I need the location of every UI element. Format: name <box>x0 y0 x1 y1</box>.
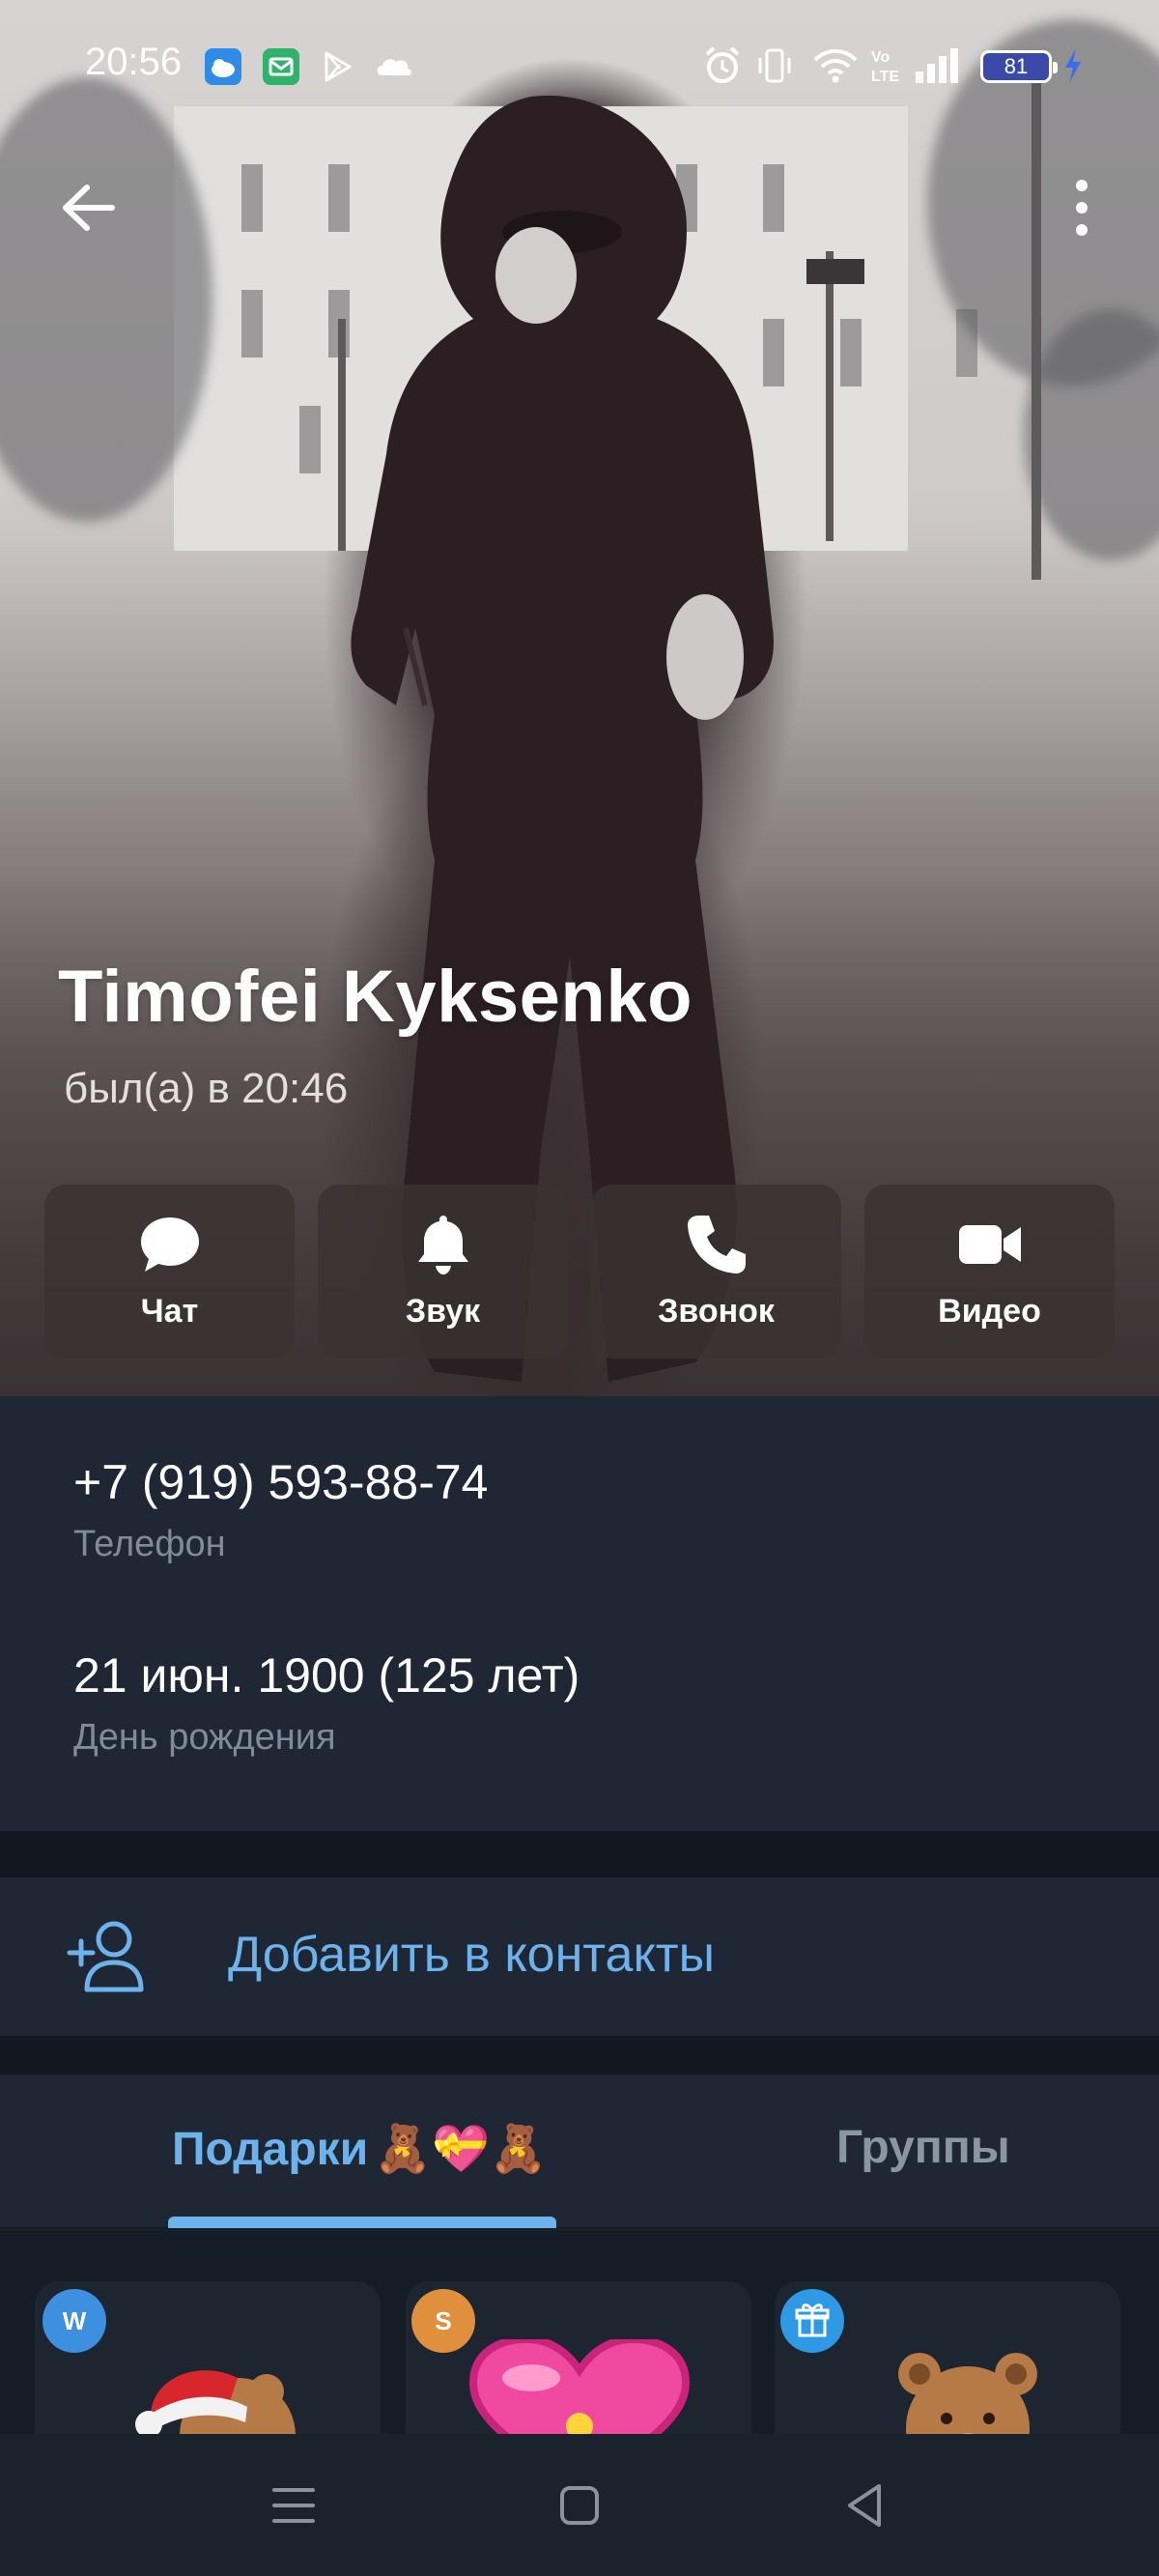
photo-window <box>241 164 263 232</box>
charging-icon <box>1065 48 1081 83</box>
weather-icon <box>205 48 241 85</box>
gifts-grid: W S <box>0 2231 1159 2434</box>
cloud-icon <box>373 48 415 85</box>
action-buttons: Чат Звук Звонок Видео <box>44 1185 1115 1359</box>
gift-badge <box>780 2289 844 2353</box>
tab-gifts-label: Подарки <box>172 2124 369 2175</box>
video-label: Видео <box>938 1293 1041 1330</box>
section-divider <box>0 1831 1159 1877</box>
profile-name: Timofei Kyksenko <box>58 956 693 1038</box>
svg-text:Vo: Vo <box>871 49 890 66</box>
phone-icon <box>687 1216 746 1274</box>
teddy-bear-icon <box>898 2353 1037 2434</box>
back-button[interactable] <box>54 174 122 242</box>
chat-button[interactable]: Чат <box>44 1185 295 1359</box>
photo-lamp-pole <box>1032 58 1041 580</box>
video-call-button[interactable]: Видео <box>864 1185 1115 1359</box>
active-tab-indicator <box>168 2217 556 2228</box>
pink-heart-icon <box>468 2339 691 2434</box>
bell-icon <box>417 1216 468 1274</box>
profile-photo[interactable]: 20:56 Vo LTE 81 Timofei Kyksenko был(а) в… <box>0 0 1159 1396</box>
birthday-row[interactable]: 21 июн. 1900 (125 лет) День рождения <box>73 1647 580 1759</box>
chat-label: Чат <box>140 1293 199 1330</box>
tab-groups-label: Группы <box>836 2122 1010 2173</box>
alarm-icon <box>705 46 740 83</box>
video-camera-icon <box>958 1225 1021 1264</box>
add-to-contacts-label: Добавить в контакты <box>228 1927 715 1983</box>
photo-window <box>241 290 263 358</box>
tab-groups[interactable]: Группы <box>836 2121 1010 2174</box>
mute-label: Звук <box>405 1293 481 1330</box>
status-time: 20:56 <box>85 41 183 83</box>
signal-icon <box>916 48 958 83</box>
call-label: Звонок <box>658 1293 775 1330</box>
play-store-icon <box>319 48 355 85</box>
add-user-icon <box>67 1921 144 1992</box>
more-menu-button[interactable] <box>1062 174 1101 242</box>
gift-sender-badge: S <box>411 2289 475 2353</box>
birthday-label: День рождения <box>73 1717 336 1758</box>
info-section: +7 (919) 593-88-74 Телефон 21 июн. 1900 … <box>0 1396 1159 1831</box>
chat-icon <box>140 1217 199 1272</box>
photo-window <box>840 319 862 386</box>
last-seen-status: был(а) в 20:46 <box>64 1065 349 1112</box>
vibrate-icon <box>758 48 791 83</box>
volte-icon: Vo LTE <box>871 49 899 85</box>
call-button[interactable]: Звонок <box>591 1185 841 1359</box>
profile-tabs: Подарки 🧸💝🧸 Группы <box>0 2075 1159 2229</box>
status-bar: 20:56 Vo LTE 81 <box>0 0 1159 135</box>
santa-teddy-bear-icon <box>135 2370 296 2434</box>
menu-nav-icon[interactable] <box>265 2476 323 2534</box>
phone-row[interactable]: +7 (919) 593-88-74 Телефон <box>73 1454 488 1565</box>
phone-label: Телефон <box>73 1524 226 1564</box>
back-nav-icon[interactable] <box>836 2476 894 2534</box>
birthday-value: 21 июн. 1900 (125 лет) <box>73 1648 580 1703</box>
tab-gifts-emoji: 🧸💝🧸 <box>374 2124 548 2175</box>
gift-icon <box>795 2304 830 2337</box>
battery-icon: 81 <box>980 50 1058 83</box>
wifi-icon <box>813 49 858 83</box>
svg-text:LTE: LTE <box>871 69 899 85</box>
system-nav-bar <box>0 2434 1159 2576</box>
phone-number: +7 (919) 593-88-74 <box>73 1455 489 1509</box>
tab-gifts[interactable]: Подарки 🧸💝🧸 <box>172 2121 548 2176</box>
add-to-contacts-button[interactable]: Добавить в контакты <box>0 1877 1159 2036</box>
mail-icon <box>263 48 299 85</box>
home-nav-icon[interactable] <box>551 2476 608 2534</box>
section-divider <box>0 2036 1159 2075</box>
gift-sender-badge: W <box>42 2289 106 2353</box>
mute-button[interactable]: Звук <box>318 1185 568 1359</box>
